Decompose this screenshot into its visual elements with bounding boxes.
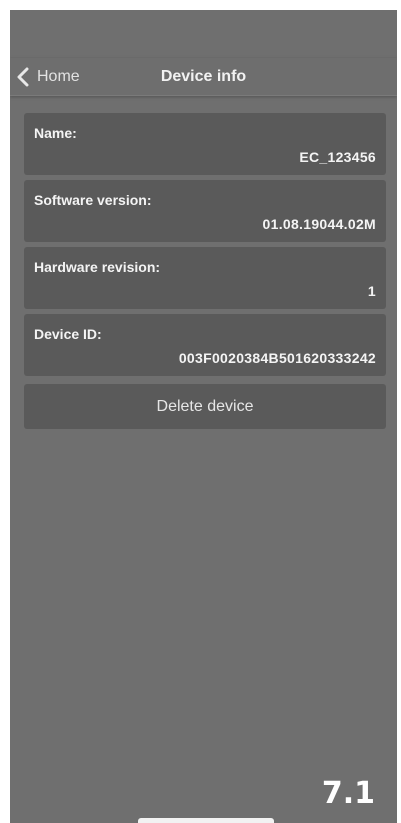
device-id-card: Device ID: 003F0020384B501620333242	[24, 314, 386, 376]
hardware-revision-card: Hardware revision: 1	[24, 247, 386, 309]
hardware-revision-label: Hardware revision:	[34, 259, 161, 275]
software-version-value: 01.08.19044.02M	[262, 216, 376, 232]
name-label: Name:	[34, 125, 77, 141]
step-number-label: 7.1	[321, 776, 375, 811]
navigation-bar: Home Device info	[10, 58, 397, 96]
status-bar	[10, 10, 397, 58]
device-info-list: Name: EC_123456 Software version: 01.08.…	[24, 113, 386, 429]
delete-device-button[interactable]: Delete device	[24, 384, 386, 429]
device-id-label: Device ID:	[34, 326, 102, 342]
device-info-screen: Home Device info Name: EC_123456 Softwar…	[10, 10, 397, 823]
name-value: EC_123456	[299, 149, 376, 165]
name-card: Name: EC_123456	[24, 113, 386, 175]
hardware-revision-value: 1	[367, 283, 376, 299]
page-title: Device info	[160, 68, 247, 85]
software-version-card: Software version: 01.08.19044.02M	[24, 180, 386, 242]
device-id-value: 003F0020384B501620333242	[178, 350, 376, 366]
home-indicator[interactable]	[138, 818, 274, 823]
software-version-label: Software version:	[34, 192, 152, 208]
